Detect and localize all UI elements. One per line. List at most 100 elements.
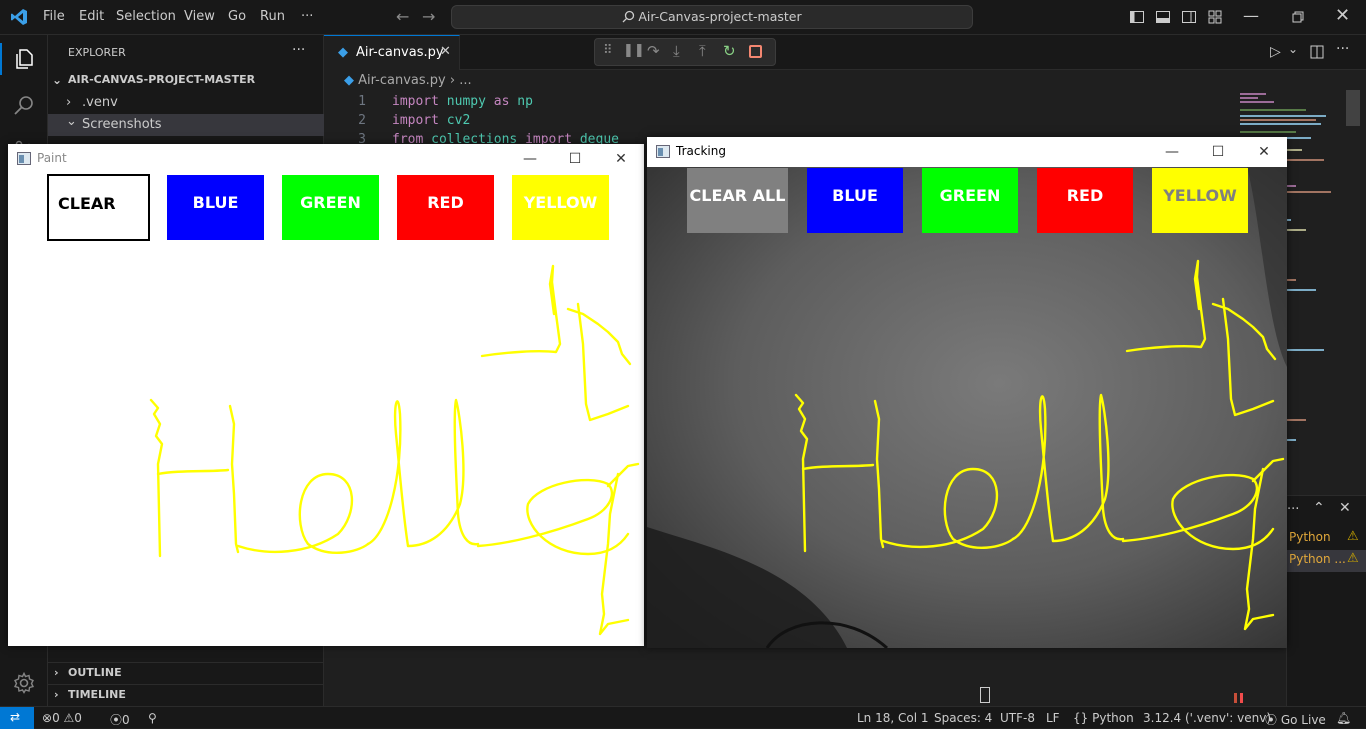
debug-toolbar: ⠿ ❚❚ ↷ ⤓ ⤒ ↻ xyxy=(594,38,776,66)
menu-run[interactable]: Run xyxy=(260,9,285,24)
manage-gear-icon[interactable] xyxy=(12,671,36,695)
customize-layout-icon[interactable] xyxy=(1207,9,1223,25)
stop-icon[interactable] xyxy=(749,45,762,58)
search-icon xyxy=(622,10,635,23)
python-interpreter[interactable]: 3.12.4 ('.venv': venv) xyxy=(1143,711,1271,725)
tracking-green-button[interactable]: GREEN xyxy=(922,168,1018,233)
close-icon[interactable]: ✕ xyxy=(1241,137,1287,167)
minimize-icon[interactable]: — xyxy=(1149,137,1195,167)
command-center-search[interactable]: Air-Canvas-project-master xyxy=(451,5,973,29)
close-icon[interactable]: ✕ xyxy=(598,144,644,174)
paint-canvas-svg xyxy=(149,264,640,636)
remote-indicator[interactable]: ⇄ xyxy=(0,707,34,729)
tab-close-icon[interactable]: ✕ xyxy=(440,44,451,59)
timeline-section-header[interactable]: › TIMELINE xyxy=(48,684,324,706)
paint-window: Paint — ☐ ✕ CLEAR BLUE GREEN RED YELLOW xyxy=(8,144,644,646)
tracking-blue-button[interactable]: BLUE xyxy=(807,168,903,233)
scrollbar-thumb[interactable] xyxy=(1346,90,1360,126)
toggle-panel-icon[interactable] xyxy=(1155,9,1171,25)
active-indicator xyxy=(0,43,2,75)
terminal-item[interactable]: Python ... ⚠ xyxy=(1287,550,1366,572)
forward-arrow-icon[interactable]: → xyxy=(422,7,435,26)
step-into-icon[interactable]: ⤓ xyxy=(673,42,680,60)
project-folder-header[interactable]: ⌄ AIR-CANVAS-PROJECT-MASTER xyxy=(48,69,324,91)
menu-file[interactable]: File xyxy=(43,9,65,24)
cursor-position[interactable]: Ln 18, Col 1 xyxy=(857,711,929,725)
camera-feed-svg xyxy=(647,167,1287,648)
chevron-down-icon[interactable]: ⌄ xyxy=(1288,42,1298,56)
warning-icon: ⚠ xyxy=(1347,529,1359,544)
warning-icon: ⚠ xyxy=(1347,551,1359,566)
menu-edit[interactable]: Edit xyxy=(79,9,104,24)
drawn-stroke xyxy=(149,398,164,558)
paint-blue-button[interactable]: BLUE xyxy=(167,175,264,240)
step-over-icon[interactable]: ↷ xyxy=(647,42,660,60)
menu-selection[interactable]: Selection xyxy=(116,9,176,24)
language-mode[interactable]: {} Python xyxy=(1073,711,1134,725)
explorer-icon[interactable] xyxy=(12,47,36,71)
minimap-marker xyxy=(1240,693,1243,703)
close-icon[interactable]: ✕ xyxy=(1335,5,1350,26)
tab-air-canvas[interactable]: ◆ Air-canvas.py ✕ xyxy=(324,35,460,70)
run-python-icon[interactable]: ▷ xyxy=(1270,44,1281,60)
menu-view[interactable]: View xyxy=(184,9,215,24)
maximize-icon[interactable]: ☐ xyxy=(552,144,598,174)
pause-icon[interactable]: ❚❚ xyxy=(623,43,645,58)
menu-more[interactable]: ··· xyxy=(301,9,313,24)
more-actions-icon[interactable]: ··· xyxy=(1336,41,1349,57)
more-actions-icon[interactable]: ··· xyxy=(1287,502,1299,517)
tree-item-screenshots[interactable]: ⌄ Screenshots xyxy=(48,114,324,136)
indentation[interactable]: Spaces: 4 xyxy=(934,711,992,725)
maximize-icon[interactable]: ☐ xyxy=(1195,137,1241,167)
drawn-stroke xyxy=(566,307,632,366)
explorer-more-button[interactable]: ··· xyxy=(292,42,305,58)
python-file-icon: ◆ xyxy=(338,45,348,60)
paint-red-button[interactable]: RED xyxy=(397,175,494,240)
step-out-icon[interactable]: ⤒ xyxy=(699,42,706,60)
tracking-red-button[interactable]: RED xyxy=(1037,168,1133,233)
search-icon[interactable] xyxy=(12,93,36,117)
drag-handle-icon[interactable]: ⠿ xyxy=(603,43,613,58)
breadcrumb-file[interactable]: Air-canvas.py xyxy=(358,73,446,88)
tree-item-venv[interactable]: › .venv xyxy=(48,92,324,114)
paint-canvas[interactable] xyxy=(8,174,644,646)
go-live-button[interactable]: ⦿ Go Live xyxy=(1265,711,1326,728)
paint-yellow-button[interactable]: YELLOW xyxy=(512,175,609,240)
encoding[interactable]: UTF-8 xyxy=(1000,711,1035,725)
chevron-up-icon[interactable]: ⌃ xyxy=(1313,500,1325,516)
menu-go[interactable]: Go xyxy=(228,9,246,24)
drawn-stroke xyxy=(156,468,230,476)
tracking-yellow-button[interactable]: YELLOW xyxy=(1152,168,1248,233)
drawn-stroke xyxy=(598,472,630,636)
split-editor-icon[interactable] xyxy=(1310,45,1324,59)
debug-launch-icon[interactable]: ⚲ xyxy=(148,711,157,725)
close-panel-icon[interactable]: ✕ xyxy=(1339,500,1351,516)
paint-clear-button[interactable]: CLEAR xyxy=(47,174,150,241)
terminal-item[interactable]: Python ⚠ xyxy=(1287,528,1366,550)
remote-icon: ⇄ xyxy=(10,710,21,724)
drawn-stroke xyxy=(406,398,480,548)
toggle-secondary-sidebar-icon[interactable] xyxy=(1181,9,1197,25)
outline-section-header[interactable]: › OUTLINE xyxy=(48,662,324,684)
tracking-clear-all-button[interactable]: CLEAR ALL xyxy=(687,168,788,233)
camera-feed[interactable] xyxy=(647,167,1287,648)
chevron-right-icon: › xyxy=(54,666,59,679)
chevron-right-icon: › xyxy=(54,688,59,701)
ports-indicator[interactable]: ⦿0 xyxy=(110,711,130,728)
back-arrow-icon[interactable]: ← xyxy=(396,7,409,26)
tracking-window-title: Tracking xyxy=(676,144,726,158)
notifications-bell-icon[interactable]: 🔔︎ xyxy=(1336,711,1351,725)
paint-green-button[interactable]: GREEN xyxy=(282,175,379,240)
braces-icon: {} xyxy=(1073,711,1089,725)
restore-icon[interactable] xyxy=(1290,9,1306,25)
toggle-primary-sidebar-icon[interactable] xyxy=(1129,9,1145,25)
command-center-text: Air-Canvas-project-master xyxy=(638,9,802,24)
breadcrumb-rest[interactable]: › ... xyxy=(450,73,472,88)
tab-bar: ◆ Air-canvas.py ✕ ⠿ ❚❚ ↷ ⤓ ⤒ ↻ ▷ ⌄ ··· xyxy=(324,35,1366,70)
end-of-line[interactable]: LF xyxy=(1046,711,1060,725)
problems-indicator[interactable]: ⊗0 ⚠0 xyxy=(42,711,82,725)
explorer-header: EXPLORER xyxy=(68,46,126,59)
minimize-icon[interactable]: — xyxy=(507,144,553,174)
restart-icon[interactable]: ↻ xyxy=(723,42,736,60)
minimize-icon[interactable]: — xyxy=(1243,6,1259,25)
